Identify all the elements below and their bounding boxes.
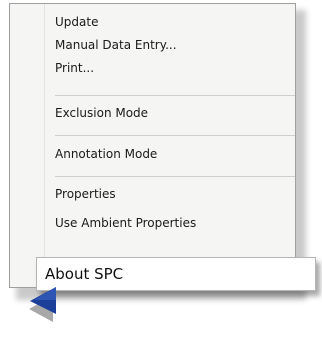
menu-item-about-spc-label: About SPC [45,265,124,283]
menu-separator [55,176,295,177]
menu-item-annotation-mode[interactable]: Annotation Mode [55,147,157,162]
menu-item-about-spc[interactable]: About SPC [36,257,316,291]
pointer-arrow-icon [26,284,76,334]
menu-item-print[interactable]: Print... [55,61,94,76]
menu-icon-gutter [10,4,45,287]
menu-item-manual-data-entry[interactable]: Manual Data Entry... [55,38,177,53]
menu-separator [55,95,295,96]
menu-item-update[interactable]: Update [55,15,98,30]
menu-item-properties[interactable]: Properties [55,187,116,202]
context-menu: Update Manual Data Entry... Print... Exc… [9,3,296,288]
menu-item-exclusion-mode[interactable]: Exclusion Mode [55,106,148,121]
menu-item-use-ambient-properties[interactable]: Use Ambient Properties [55,216,196,231]
menu-separator [55,135,295,136]
